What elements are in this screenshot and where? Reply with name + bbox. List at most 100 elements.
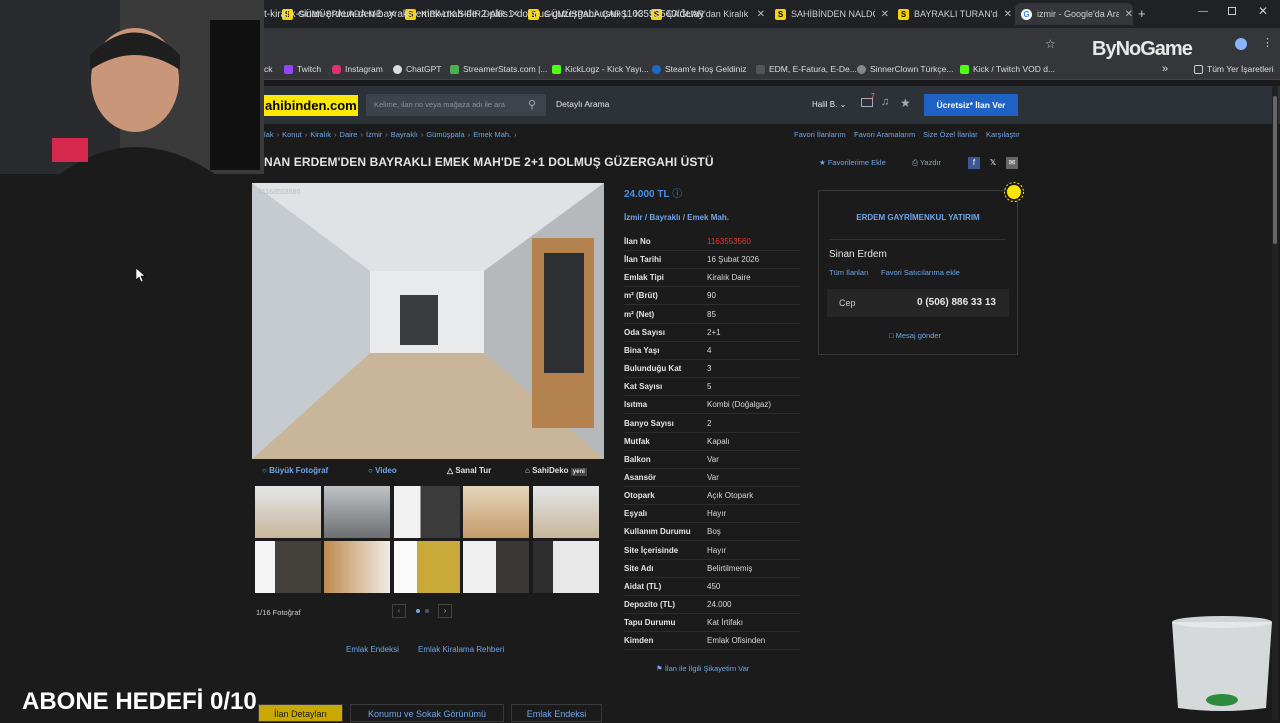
- breadcrumb-item[interactable]: Bayraklı: [391, 130, 418, 139]
- detail-value: 2+1: [707, 328, 721, 337]
- restore-icon[interactable]: [1228, 7, 1236, 15]
- bookmark-kicklogz[interactable]: KickLogz - Kick Yayı...: [552, 64, 649, 74]
- rental-guide-link[interactable]: Emlak Kiralama Rehberi: [418, 645, 504, 654]
- search-input[interactable]: Kelime, ilan no veya mağaza adı ile ara: [366, 94, 546, 116]
- breadcrumb-item[interactable]: lak: [264, 130, 274, 139]
- main-listing-photo[interactable]: #1163553560: [252, 183, 604, 459]
- send-message-link[interactable]: □ Mesaj gönder: [889, 331, 941, 340]
- print-link[interactable]: ⎙ Yazdır: [912, 158, 941, 168]
- breadcrumb-item[interactable]: Kiralık: [310, 130, 331, 139]
- complaint-link[interactable]: ⚑ İlan ile İlgili Şikayetim Var: [656, 664, 749, 673]
- breadcrumb: lak › Konut › Kiralık › Daire › İzmir › Bayraklı › G…: [264, 130, 520, 139]
- post-ad-button[interactable]: Ücretsiz* İlan Ver: [924, 94, 1018, 116]
- agency-name[interactable]: ERDEM GAYRİMENKUL YATIRIM: [819, 213, 1017, 222]
- browser-tab[interactable]: S BAYRAKLI TURAN'da ✕: [892, 3, 1012, 25]
- photo-thumbnail[interactable]: [324, 486, 390, 538]
- site-logo[interactable]: ahibinden.com: [264, 95, 358, 116]
- folder-icon: [1194, 64, 1203, 74]
- bookmarks-more[interactable]: »: [1162, 63, 1168, 75]
- close-tab-icon[interactable]: ✕: [1004, 9, 1012, 20]
- close-tab-icon[interactable]: ✕: [1125, 9, 1133, 20]
- video-icon: ○: [368, 466, 373, 475]
- breadcrumb-item[interactable]: Konut: [282, 130, 302, 139]
- bookmark-sinnerclown[interactable]: SinnerClown Türkçe...: [857, 64, 953, 74]
- webcam-overlay: [0, 0, 264, 174]
- photo-thumbnail[interactable]: [533, 541, 599, 593]
- star-icon[interactable]: ★: [900, 96, 911, 110]
- location-neighborhood[interactable]: Emek Mah.: [687, 213, 729, 222]
- browser-tab[interactable]: S SAHİBİNDEN NALDÖ ✕: [769, 3, 889, 25]
- breadcrumb-item[interactable]: İzmir: [366, 130, 382, 139]
- browser-tab[interactable]: Gizmir - Google'da Ara ✕: [1015, 3, 1133, 25]
- scrollbar-thumb[interactable]: [1273, 96, 1277, 244]
- detail-key: Isıtma: [624, 400, 648, 409]
- tab-emlak-index[interactable]: Emlak Endeksi: [511, 704, 602, 722]
- breadcrumb-item[interactable]: Emek Mah.: [473, 130, 511, 139]
- photo-thumbnail[interactable]: [255, 541, 321, 593]
- location-district[interactable]: Bayraklı: [649, 213, 680, 222]
- detail-key: Eşyalı: [624, 509, 648, 518]
- x-twitter-icon[interactable]: 𝕏: [987, 157, 999, 169]
- photo-thumbnail[interactable]: [463, 541, 529, 593]
- compare-link[interactable]: Karşılaştır: [986, 130, 1020, 139]
- bookmark-star-icon[interactable]: ☆: [1045, 37, 1056, 51]
- favorite-listings-link[interactable]: Favori İlanlarım: [794, 130, 846, 139]
- new-tab-button[interactable]: +: [1138, 6, 1146, 21]
- detailed-search-link[interactable]: Detaylı Arama: [556, 99, 609, 109]
- facebook-icon[interactable]: f: [968, 157, 980, 169]
- bookmark-item[interactable]: ck: [264, 64, 273, 74]
- page-dot[interactable]: [425, 609, 429, 613]
- bookmark-streamerstats[interactable]: StreamerStats.com |...: [450, 64, 547, 74]
- user-menu[interactable]: Halil B. ⌄: [812, 100, 846, 109]
- all-listings-link[interactable]: Tüm İlanları: [829, 268, 869, 277]
- url-field[interactable]: t-kiralik-sinan-erdem-den-bayrakli-emek-…: [264, 9, 704, 20]
- page-dot[interactable]: [416, 609, 420, 613]
- add-favorite-link[interactable]: ★ Favorilerime Ekle: [819, 158, 886, 167]
- bell-icon[interactable]: ♫: [881, 96, 889, 108]
- sahideko-button[interactable]: ⌂ SahiDeko yeni: [525, 466, 587, 476]
- photo-thumbnail[interactable]: [255, 486, 321, 538]
- detail-value: Boş: [707, 527, 721, 536]
- close-window-icon[interactable]: ✕: [1258, 4, 1268, 18]
- info-icon[interactable]: ⓘ: [672, 189, 682, 200]
- breadcrumb-item[interactable]: Gümüşpala: [426, 130, 464, 139]
- detail-key: İlan Tarihi: [624, 255, 662, 264]
- menu-dots-icon[interactable]: ⋮: [1262, 36, 1273, 49]
- special-listings-link[interactable]: Size Özel İlanlar: [923, 130, 978, 139]
- virtual-tour-button[interactable]: △ Sanal Tur: [447, 466, 491, 475]
- photo-thumbnail[interactable]: [324, 541, 390, 593]
- search-icon[interactable]: ⚲: [528, 98, 536, 111]
- close-tab-icon[interactable]: ✕: [881, 9, 889, 20]
- bookmark-steam[interactable]: Steam'e Hoş Geldiniz: [652, 64, 746, 74]
- big-photo-button[interactable]: ○ Büyük Fotoğraf: [262, 466, 328, 475]
- close-tab-icon[interactable]: ✕: [757, 9, 765, 20]
- minimize-icon[interactable]: —: [1198, 6, 1208, 17]
- bookmark-chatgpt[interactable]: ChatGPT: [393, 64, 441, 74]
- breadcrumb-item[interactable]: Daire: [340, 130, 358, 139]
- emlak-index-link[interactable]: Emlak Endeksi: [346, 645, 399, 654]
- bookmark-twitch[interactable]: Twitch: [284, 64, 321, 74]
- video-button[interactable]: ○ Video: [368, 466, 397, 475]
- photo-thumbnail[interactable]: [533, 486, 599, 538]
- bookmark-edm[interactable]: EDM, E-Fatura, E-De...: [756, 64, 857, 74]
- prev-page-icon[interactable]: ‹: [392, 604, 406, 618]
- detail-value: Var: [707, 455, 719, 464]
- favorite-searches-link[interactable]: Favori Aramalarım: [854, 130, 915, 139]
- phone-number[interactable]: 0 (506) 886 33 13: [917, 297, 996, 308]
- tab-location-street-view[interactable]: Konumu ve Sokak Görünümü: [350, 704, 504, 722]
- add-favorite-seller-link[interactable]: Favori Satıcılarıma ekle: [881, 268, 960, 277]
- tab-listing-details[interactable]: İlan Detayları: [258, 704, 343, 722]
- instagram-icon: [332, 64, 341, 74]
- photo-thumbnail[interactable]: [463, 486, 529, 538]
- photo-thumbnail[interactable]: [394, 486, 460, 538]
- bookmark-vod[interactable]: Kick / Twitch VOD d...: [960, 64, 1055, 74]
- bookmark-instagram[interactable]: Instagram: [332, 64, 383, 74]
- detail-key: Bina Yaşı: [624, 346, 660, 355]
- email-share-icon[interactable]: ✉: [1006, 157, 1018, 169]
- profile-icon[interactable]: [1235, 38, 1247, 50]
- breadcrumb-separator: ›: [514, 130, 517, 139]
- all-bookmarks-folder[interactable]: Tüm Yer İşaretleri: [1194, 64, 1274, 74]
- next-page-icon[interactable]: ›: [438, 604, 452, 618]
- photo-thumbnail[interactable]: [394, 541, 460, 593]
- location-city[interactable]: İzmir: [624, 213, 643, 222]
